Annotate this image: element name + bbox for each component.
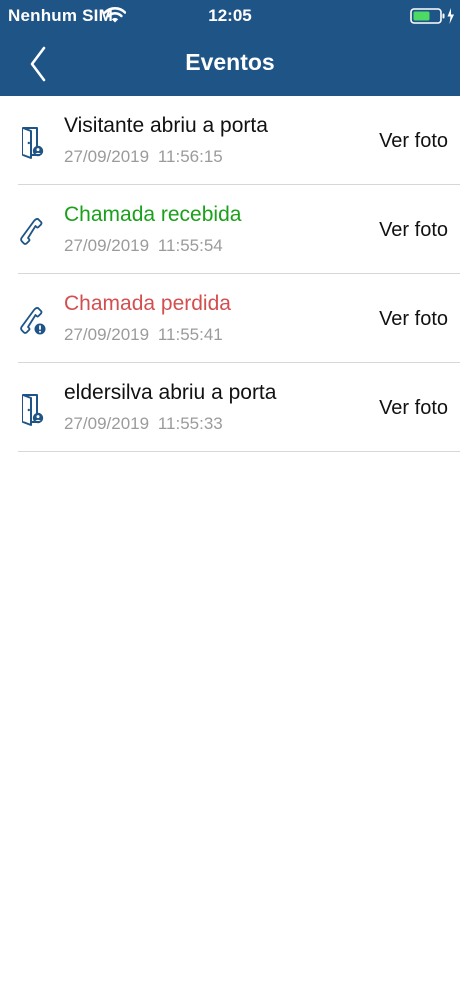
event-time: 11:55:33	[157, 414, 223, 433]
event-timestamp: 27/09/2019 11:55:54	[64, 236, 223, 256]
list-item[interactable]: Chamada recebida 27/09/2019 11:55:54 Ver…	[0, 185, 460, 274]
page-title: Eventos	[185, 49, 275, 75]
event-title: eldersilva abriu a porta	[64, 381, 277, 404]
event-time: 11:55:54	[157, 236, 223, 255]
event-title: Chamada recebida	[64, 203, 242, 226]
event-date: 27/09/2019	[64, 325, 150, 344]
event-timestamp: 27/09/2019 11:55:33	[64, 414, 223, 434]
phone-icon	[16, 210, 48, 250]
navigation-header: Nenhum SIM 12:05 Eventos	[0, 0, 460, 96]
event-timestamp: 27/09/2019 11:55:41	[64, 325, 223, 345]
door-user-icon	[16, 388, 48, 428]
list-item[interactable]: Visitante abriu a porta 27/09/2019 11:56…	[0, 96, 460, 185]
divider	[18, 451, 460, 452]
event-timestamp: 27/09/2019 11:56:15	[64, 147, 223, 167]
view-photo-button[interactable]: Ver foto	[379, 130, 448, 153]
view-photo-button[interactable]: Ver foto	[379, 397, 448, 420]
event-list: Visitante abriu a porta 27/09/2019 11:56…	[0, 96, 460, 452]
list-item[interactable]: eldersilva abriu a porta 27/09/2019 11:5…	[0, 363, 460, 452]
event-date: 27/09/2019	[64, 414, 150, 433]
event-date: 27/09/2019	[64, 236, 150, 255]
view-photo-button[interactable]: Ver foto	[379, 308, 448, 331]
event-time: 11:55:41	[157, 325, 223, 344]
status-bar: Nenhum SIM 12:05	[0, 0, 460, 32]
list-item[interactable]: Chamada perdida 27/09/2019 11:55:41 Ver …	[0, 274, 460, 363]
status-clock: 12:05	[208, 6, 252, 25]
event-title: Chamada perdida	[64, 292, 231, 315]
battery-icon	[410, 6, 456, 26]
phone-missed-icon	[16, 299, 48, 339]
event-time: 11:56:15	[157, 147, 223, 166]
event-title: Visitante abriu a porta	[64, 114, 268, 137]
view-photo-button[interactable]: Ver foto	[379, 219, 448, 242]
event-date: 27/09/2019	[64, 147, 150, 166]
door-visitor-icon	[16, 121, 48, 161]
